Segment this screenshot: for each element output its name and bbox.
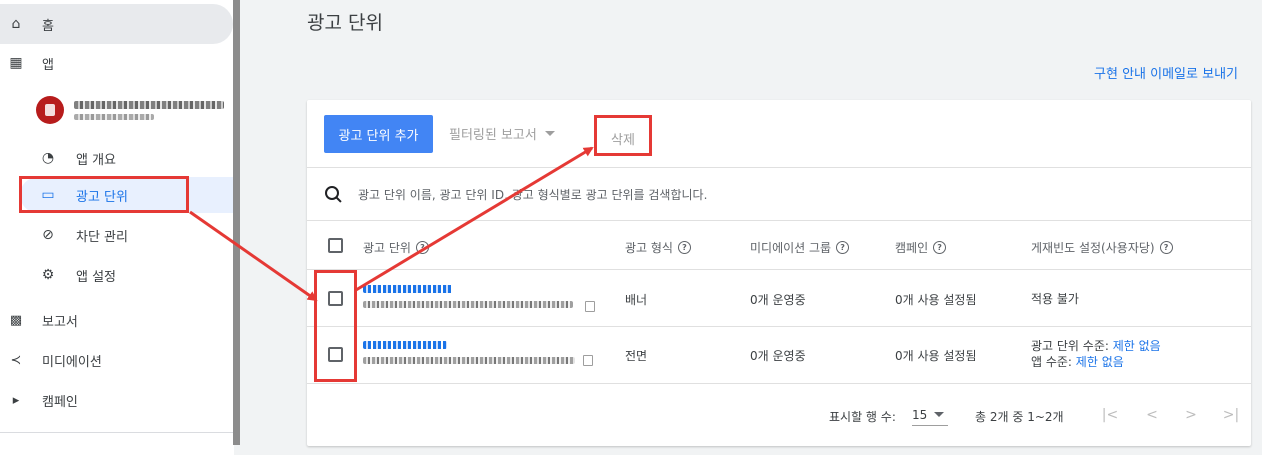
page-title: 광고 단위 <box>307 12 383 34</box>
nav-reports-label: 보고서 <box>42 314 78 330</box>
frequency-app-label: 앱 수준: <box>1031 355 1076 369</box>
nav-app-overview-label: 앱 개요 <box>76 152 117 168</box>
chevron-down-icon <box>544 131 555 136</box>
app-id-redacted <box>74 113 154 120</box>
help-icon[interactable]: ? <box>677 241 691 254</box>
nav-mediation[interactable]: ≺ 미디에이션 <box>0 340 102 380</box>
mediation-icon: ≺ <box>10 352 22 368</box>
table-header: 광고 단위 ? 광고 형식 ? 미디에이션 그룹 ? 캠페인 ? 게재빈도 설정… <box>307 222 1251 270</box>
chevron-down-icon <box>934 412 945 417</box>
app-avatar <box>36 96 64 124</box>
header-ad-unit-label: 광고 단위 <box>363 241 411 255</box>
rows-per-page-label: 표시할 행 수: <box>829 410 896 424</box>
settings-icon: ⚙ <box>41 267 55 283</box>
nav-reports[interactable]: ▩ 보고서 <box>0 300 78 340</box>
campaign-icon: ▸ <box>12 392 20 408</box>
nav-campaigns[interactable]: ▸ 캠페인 <box>0 380 78 420</box>
ad-unit-id-redacted <box>363 301 573 308</box>
header-campaign-label: 캠페인 <box>895 241 929 255</box>
ad-unit-name-cell[interactable] <box>363 341 575 364</box>
search-input[interactable]: 광고 단위 이름, 광고 단위 ID, 광고 형식별로 광고 단위를 검색합니다… <box>358 186 707 203</box>
header-frequency-cap[interactable]: 게재빈도 설정(사용자당) ? <box>1031 239 1173 256</box>
help-icon[interactable]: ? <box>836 241 850 254</box>
ad-unit-name-redacted[interactable] <box>363 341 447 349</box>
add-ad-unit-button[interactable]: 광고 단위 추가 <box>324 115 433 153</box>
help-icon[interactable]: ? <box>933 241 947 254</box>
block-icon: ⊘ <box>42 227 54 243</box>
header-ad-unit[interactable]: 광고 단위 ? <box>363 239 429 256</box>
nav-app-settings[interactable]: ⚙ 앱 설정 <box>20 257 234 293</box>
ad-unit-icon: ▭ <box>41 187 55 203</box>
pagination: 표시할 행 수: 15 총 2개 중 1~2개 |< < > >| <box>307 396 1251 438</box>
ad-unit-name-redacted[interactable] <box>363 285 453 293</box>
nav-home[interactable]: ⌂ 홈 <box>0 4 233 44</box>
app-name-redacted <box>74 100 224 109</box>
nav-apps[interactable]: ▦ 앱 <box>0 43 54 83</box>
report-icon: ▩ <box>9 312 23 328</box>
first-page-button[interactable]: |< <box>1099 404 1121 426</box>
filtered-report-label: 필터링된 보고서 <box>449 128 537 143</box>
ad-units-card: 광고 단위 추가 필터링된 보고서 삭제 광고 단위 이름, 광고 단위 ID,… <box>307 100 1251 446</box>
nav-app-overview[interactable]: ◔ 앱 개요 <box>20 140 234 176</box>
frequency-cell: 적용 불가 <box>1031 292 1079 306</box>
frequency-app-link[interactable]: 제한 없음 <box>1076 355 1124 369</box>
apps-grid-icon: ▦ <box>9 55 23 71</box>
nav-ad-units-label: 광고 단위 <box>76 189 128 205</box>
search-icon <box>324 185 344 205</box>
ad-unit-id-redacted <box>363 357 575 364</box>
mediation-cell: 0개 운영중 <box>750 293 806 307</box>
row-checkbox[interactable] <box>328 347 343 362</box>
copy-icon[interactable] <box>583 355 593 366</box>
nav-ad-units[interactable]: ▭ 광고 단위 <box>20 177 234 213</box>
table-row[interactable]: 배너 0개 운영중 0개 사용 설정됨 적용 불가 <box>307 270 1251 327</box>
send-instructions-link[interactable]: 구현 안내 이메일로 보내기 <box>1094 63 1238 82</box>
nav-home-label: 홈 <box>42 18 54 34</box>
frequency-ad-unit-label: 광고 단위 수준: <box>1031 339 1113 353</box>
speedometer-icon: ◔ <box>41 150 55 166</box>
nav-app-settings-label: 앱 설정 <box>76 269 117 285</box>
copy-icon[interactable] <box>585 301 595 312</box>
ad-unit-name-cell[interactable] <box>363 285 573 308</box>
help-icon[interactable]: ? <box>1159 241 1173 254</box>
header-mediation-label: 미디에이션 그룹 <box>750 241 832 255</box>
app-selector[interactable] <box>36 96 224 124</box>
nav-blocking-label: 차단 관리 <box>76 229 128 245</box>
header-frequency-label: 게재빈도 설정(사용자당) <box>1031 241 1155 255</box>
header-mediation-group[interactable]: 미디에이션 그룹 ? <box>750 239 850 256</box>
nav-apps-label: 앱 <box>42 57 54 73</box>
next-page-button[interactable]: > <box>1180 404 1202 426</box>
header-ad-format[interactable]: 광고 형식 ? <box>625 239 691 256</box>
last-page-button[interactable]: >| <box>1220 404 1242 426</box>
header-campaign[interactable]: 캠페인 ? <box>895 239 947 256</box>
help-icon[interactable]: ? <box>415 241 429 254</box>
nav-campaigns-label: 캠페인 <box>42 394 78 410</box>
nav-blocking-controls[interactable]: ⊘ 차단 관리 <box>20 217 234 253</box>
ad-format-cell: 배너 <box>625 293 648 307</box>
filtered-report-dropdown[interactable]: 필터링된 보고서 <box>449 124 555 143</box>
header-ad-format-label: 광고 형식 <box>625 241 673 255</box>
campaign-cell: 0개 사용 설정됨 <box>895 349 977 363</box>
row-checkbox[interactable] <box>328 291 343 306</box>
search-bar: 광고 단위 이름, 광고 단위 ID, 광고 형식별로 광고 단위를 검색합니다… <box>307 169 1251 221</box>
select-all-checkbox[interactable] <box>328 238 343 253</box>
rows-per-page-select[interactable]: 15 <box>912 404 948 426</box>
delete-button[interactable]: 삭제 <box>595 120 651 156</box>
prev-page-button[interactable]: < <box>1141 404 1163 426</box>
home-icon: ⌂ <box>11 16 21 32</box>
rows-per-page-value: 15 <box>912 407 928 422</box>
pagination-range: 총 2개 중 1~2개 <box>975 410 1064 424</box>
nav-mediation-label: 미디에이션 <box>42 354 102 370</box>
sidebar: ⌂ 홈 ▦ 앱 ◔ 앱 개요 ▭ 광고 단위 ⊘ 차단 관리 ⚙ 앱 설정 ▩ … <box>0 0 234 455</box>
sidebar-scrollbar[interactable] <box>233 0 240 445</box>
toolbar: 광고 단위 추가 필터링된 보고서 삭제 <box>307 100 1251 168</box>
frequency-ad-unit-link[interactable]: 제한 없음 <box>1113 339 1161 353</box>
sidebar-divider <box>0 432 233 433</box>
frequency-cell: 광고 단위 수준: 제한 없음 앱 수준: 제한 없음 <box>1031 338 1161 370</box>
ad-format-cell: 전면 <box>625 349 648 363</box>
table-row[interactable]: 전면 0개 운영중 0개 사용 설정됨 광고 단위 수준: 제한 없음 앱 수준… <box>307 327 1251 384</box>
campaign-cell: 0개 사용 설정됨 <box>895 293 977 307</box>
mediation-cell: 0개 운영중 <box>750 349 806 363</box>
